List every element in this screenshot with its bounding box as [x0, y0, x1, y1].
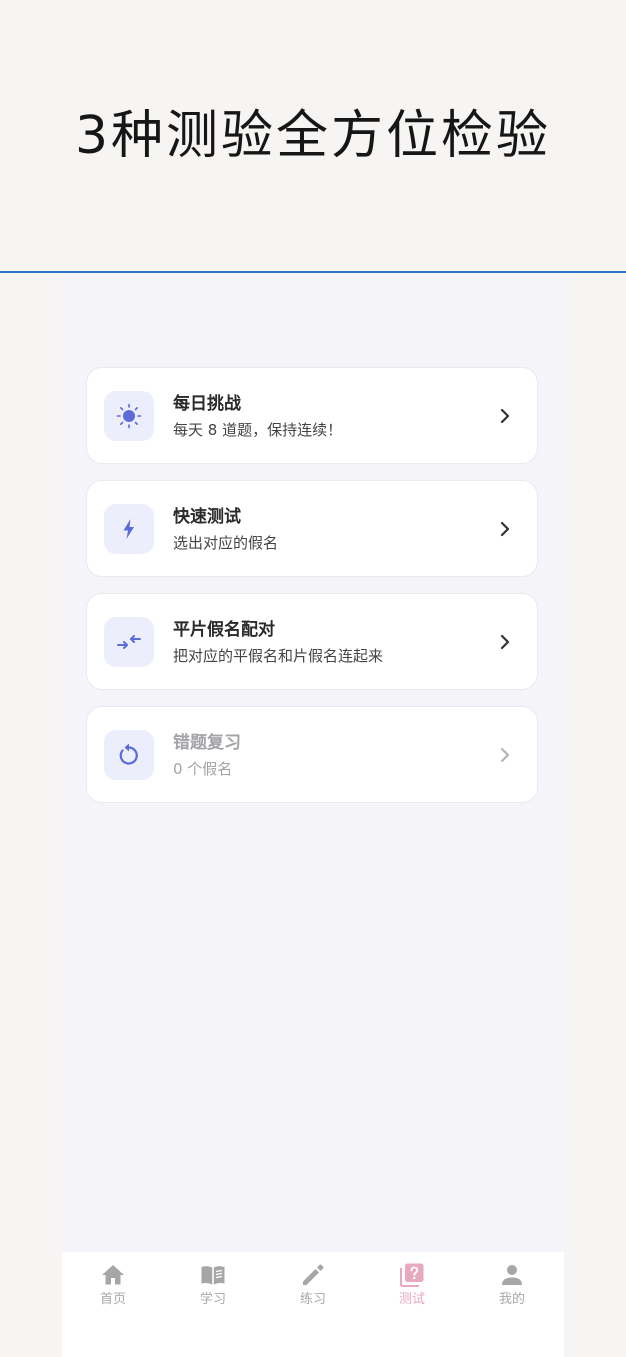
tab-profile[interactable]: 我的 [462, 1262, 562, 1322]
tab-label: 测试 [398, 1292, 425, 1307]
card-title: 每日挑战 [173, 394, 241, 414]
chevron-right-icon [500, 634, 510, 650]
mistake-review-card[interactable]: 错题复习 0 个假名 [86, 706, 538, 803]
tab-home[interactable]: 首页 [63, 1262, 163, 1322]
swap-arrows-icon [104, 617, 154, 667]
card-title: 平片假名配对 [173, 620, 275, 640]
quick-test-card[interactable]: 快速测试 选出对应的假名 [86, 480, 538, 577]
tab-label: 首页 [99, 1292, 126, 1307]
home-icon [102, 1265, 124, 1285]
card-subtitle: 选出对应的假名 [173, 534, 279, 552]
kana-matching-card[interactable]: 平片假名配对 把对应的平假名和片假名连起来 [86, 593, 538, 690]
chevron-right-icon [500, 521, 510, 537]
card-subtitle: 每天 8 道题，保持连续！ [173, 421, 343, 439]
sun-icon [104, 391, 154, 441]
promo-headline: 3种测验全方位检验 [74, 106, 552, 166]
refresh-icon [104, 730, 154, 780]
bottom-tab-bar: 首页 学习 练习 测试 我的 [62, 1252, 564, 1357]
lightning-icon [104, 504, 154, 554]
pencil-icon [303, 1264, 324, 1285]
tab-study[interactable]: 学习 [163, 1262, 263, 1322]
quiz-icon [400, 1263, 424, 1287]
book-icon [201, 1266, 225, 1285]
card-title: 错题复习 [173, 733, 241, 753]
daily-challenge-card[interactable]: 每日挑战 每天 8 道题，保持连续！ [86, 367, 538, 464]
tab-test[interactable]: 测试 [362, 1262, 462, 1322]
tab-label: 学习 [199, 1292, 226, 1307]
tab-label: 我的 [498, 1292, 525, 1307]
app-screen: 每日挑战 每天 8 道题，保持连续！ 快速测试 选出对应的假名 平片假名配对 把… [62, 273, 564, 1357]
card-title: 快速测试 [173, 507, 241, 527]
tab-label: 练习 [299, 1292, 326, 1307]
chevron-right-icon [500, 408, 510, 424]
chevron-right-icon [500, 747, 510, 763]
tab-practice[interactable]: 练习 [263, 1262, 363, 1322]
card-subtitle: 把对应的平假名和片假名连起来 [173, 647, 384, 665]
person-icon [502, 1265, 522, 1285]
card-subtitle: 0 个假名 [173, 760, 233, 778]
